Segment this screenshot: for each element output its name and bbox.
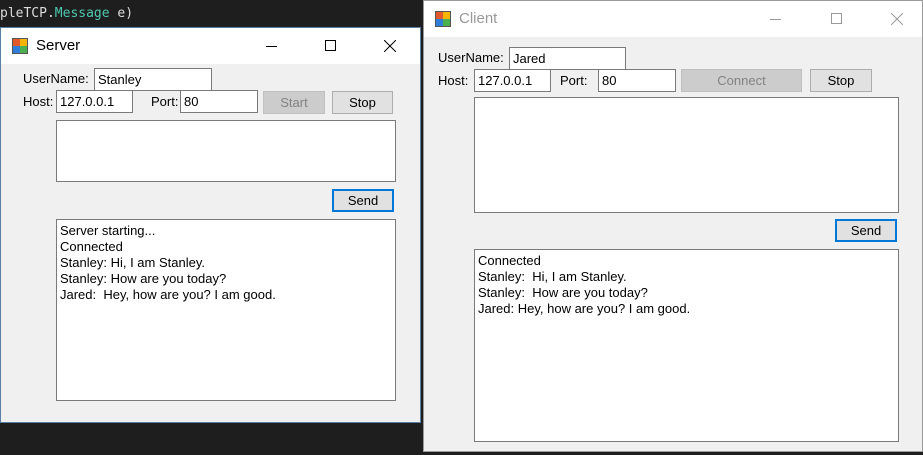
server-window: Server UserName: Stanley Host: 127.0.0.1… [0,27,421,423]
client-window: Client UserName: Jared Host: 127.0.0.1 P… [423,0,923,452]
log-line: Jared: Hey, how are you? I am good. [60,287,276,302]
client-connect-button[interactable]: Connect [681,69,802,92]
log-line: Connected [60,239,123,254]
server-start-button[interactable]: Start [263,91,325,114]
maximize-icon [831,13,842,24]
server-message-input[interactable] [56,120,396,182]
server-host-input[interactable]: 127.0.0.1 [56,90,133,113]
winforms-app-icon [435,11,451,27]
code-member: Message [54,6,110,21]
client-close-button[interactable] [874,1,920,37]
client-send-button[interactable]: Send [835,219,897,242]
server-port-label: Port: [151,94,179,109]
client-username-input[interactable]: Jared [509,47,626,70]
client-stop-button[interactable]: Stop [810,69,872,92]
winforms-app-icon [12,38,28,54]
server-stop-button[interactable]: Stop [332,91,393,114]
server-send-button[interactable]: Send [332,189,394,212]
client-maximize-button[interactable] [814,1,860,37]
server-maximize-button[interactable] [308,28,354,64]
code-suffix: e) [109,6,134,21]
log-line: Stanley: Hi, I am Stanley. [478,269,627,284]
log-line: Connected [478,253,541,268]
client-host-label: Host: [438,73,469,88]
log-line: Jared: Hey, how are you? I am good. [478,301,691,316]
code-prefix: pleTCP. [0,6,55,21]
server-close-button[interactable] [367,28,413,64]
minimize-icon [770,19,781,20]
server-titlebar[interactable]: Server [1,28,420,64]
server-chat-log[interactable]: Server starting... Connected Stanley: Hi… [56,219,396,401]
server-minimize-button[interactable] [249,28,295,64]
maximize-icon [325,40,336,51]
client-titlebar[interactable]: Client [424,1,922,37]
server-port-input[interactable]: 80 [180,90,258,113]
close-icon [384,40,396,52]
minimize-icon [266,46,277,47]
client-host-input[interactable]: 127.0.0.1 [474,69,551,92]
client-username-label: UserName: [438,50,504,65]
client-message-input[interactable] [474,97,899,213]
log-line: Stanley: How are you today? [478,285,648,300]
log-line: Stanley: How are you today? [60,271,227,286]
client-window-title: Client [459,10,498,27]
client-port-label: Port: [560,73,588,88]
log-line: Server starting... [60,223,156,238]
server-window-title: Server [36,37,81,54]
server-host-label: Host: [23,94,54,109]
log-line: Stanley: Hi, I am Stanley. [60,255,205,270]
client-port-input[interactable]: 80 [598,69,676,92]
server-username-input[interactable]: Stanley [94,68,212,91]
close-icon [891,13,903,25]
server-username-label: UserName: [23,71,89,86]
client-chat-log[interactable]: Connected Stanley: Hi, I am Stanley. Sta… [474,249,899,442]
background-code-text: pleTCP.Message e) [0,0,133,21]
client-minimize-button[interactable] [753,1,799,37]
